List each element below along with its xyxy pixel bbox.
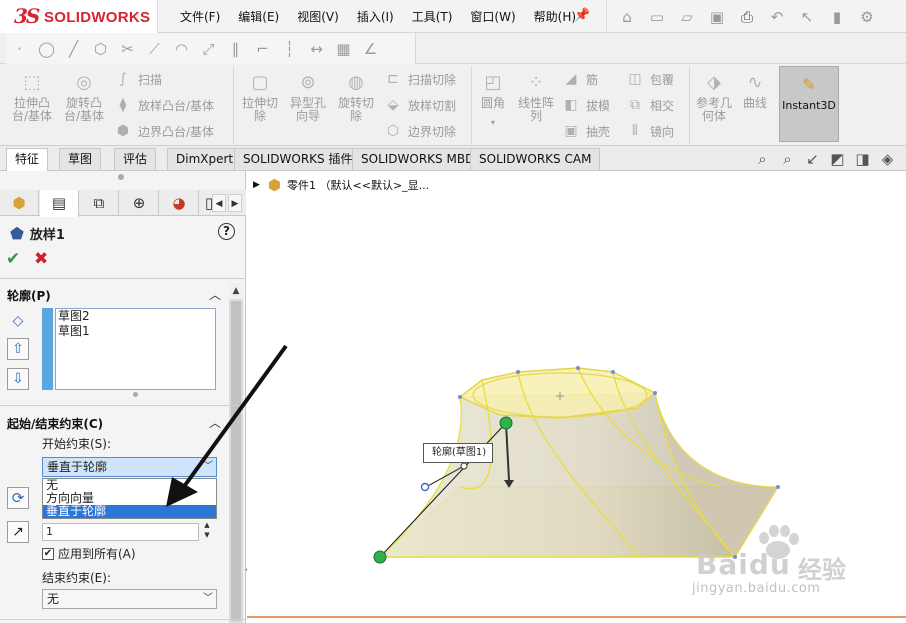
vertex-point bbox=[653, 391, 657, 395]
tangent-handle-point[interactable] bbox=[460, 462, 468, 470]
watermark-brand: Baidu bbox=[696, 548, 791, 581]
vertex-point bbox=[611, 370, 615, 374]
watermark-url: jingyan.baidu.com bbox=[692, 581, 821, 596]
vertex-point bbox=[576, 366, 580, 370]
profile-callout[interactable]: 轮廓(草图1) bbox=[423, 443, 493, 463]
annotation-arrow-shaft bbox=[181, 344, 288, 490]
vertex-point bbox=[776, 485, 780, 489]
watermark-cn: 经验 bbox=[798, 556, 846, 584]
connector-handle-top[interactable] bbox=[499, 416, 513, 430]
graphics-bottom-edge bbox=[247, 616, 906, 618]
annotation-arrow-head-icon bbox=[166, 477, 198, 507]
tangent-handle-end[interactable] bbox=[420, 482, 430, 492]
vertex-point bbox=[516, 370, 520, 374]
connector-handle-bottom[interactable] bbox=[373, 550, 387, 564]
vertex-point bbox=[458, 395, 462, 399]
